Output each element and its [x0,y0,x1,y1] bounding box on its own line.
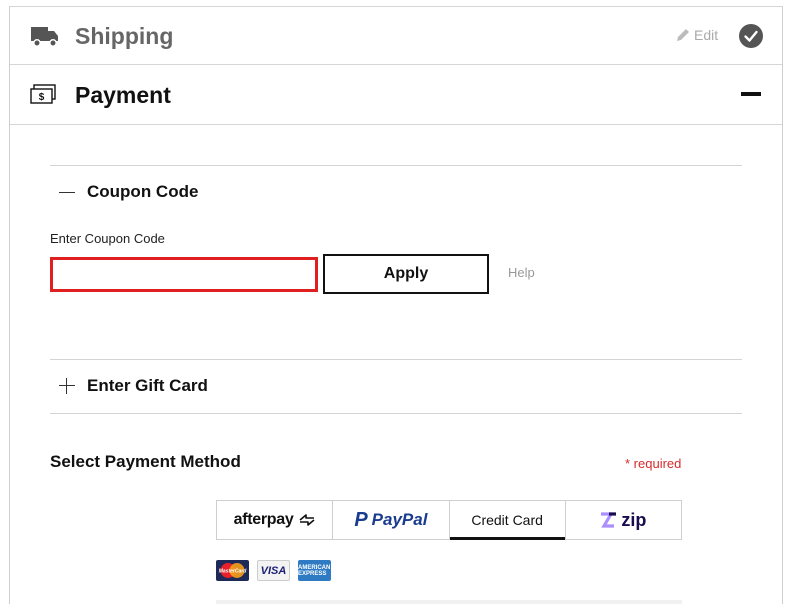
minus-icon [59,191,75,193]
divider [50,165,742,166]
payment-section-header[interactable]: $ Payment [10,66,782,125]
afterpay-label: afterpay [233,511,294,528]
divider [50,359,742,360]
payment-method-tabs: afterpay P PayPal Credit Card zip [216,500,682,540]
coupon-field-label: Enter Coupon Code [50,231,165,246]
help-link[interactable]: Help [508,265,535,280]
shipping-title: Shipping [75,23,174,49]
credit-card-form-edge [216,600,682,604]
truck-icon [31,27,58,47]
svg-text:$: $ [39,92,45,103]
payment-title: Payment [75,82,171,108]
required-note: * required [625,456,682,471]
paypal-label: PayPal [371,510,428,529]
edit-label: Edit [694,27,719,43]
zip-logo: zip [600,510,646,531]
tab-zip[interactable]: zip [566,501,681,539]
paypal-p-icon: P [354,508,368,531]
collapse-icon[interactable] [741,92,761,96]
visa-icon: VISA [257,560,290,581]
zip-z-icon [601,512,617,528]
money-icon: $ [30,84,56,104]
paypal-logo: P PayPal [354,509,427,532]
coupon-section-toggle[interactable]: Coupon Code [59,182,198,202]
afterpay-logo: afterpay [234,511,316,529]
check-circle-icon [739,24,763,48]
gift-card-toggle[interactable]: Enter Gift Card [59,376,208,396]
svg-text:MasterCard: MasterCard [219,569,247,575]
plus-icon [59,378,75,394]
credit-card-label: Credit Card [471,512,543,528]
apply-button[interactable]: Apply [323,254,489,294]
mastercard-icon: MasterCard [216,560,249,581]
coupon-code-input[interactable] [50,257,318,292]
accepted-cards: MasterCard VISA AMERICAN EXPRESS [216,560,331,581]
shipping-section-header[interactable]: Shipping Edit [10,7,782,65]
edit-shipping-link[interactable]: Edit [676,27,718,43]
tab-paypal[interactable]: P PayPal [333,501,450,539]
payment-method-title: Select Payment Method [50,452,241,471]
zip-label: zip [621,509,647,530]
tab-credit-card[interactable]: Credit Card [449,501,566,540]
amex-icon: AMERICAN EXPRESS [298,560,331,581]
pencil-icon [677,29,689,41]
coupon-title: Coupon Code [87,182,199,201]
afterpay-arrows-icon [299,513,315,526]
gift-card-title: Enter Gift Card [87,376,208,395]
tab-afterpay[interactable]: afterpay [217,501,334,539]
divider [50,413,742,414]
